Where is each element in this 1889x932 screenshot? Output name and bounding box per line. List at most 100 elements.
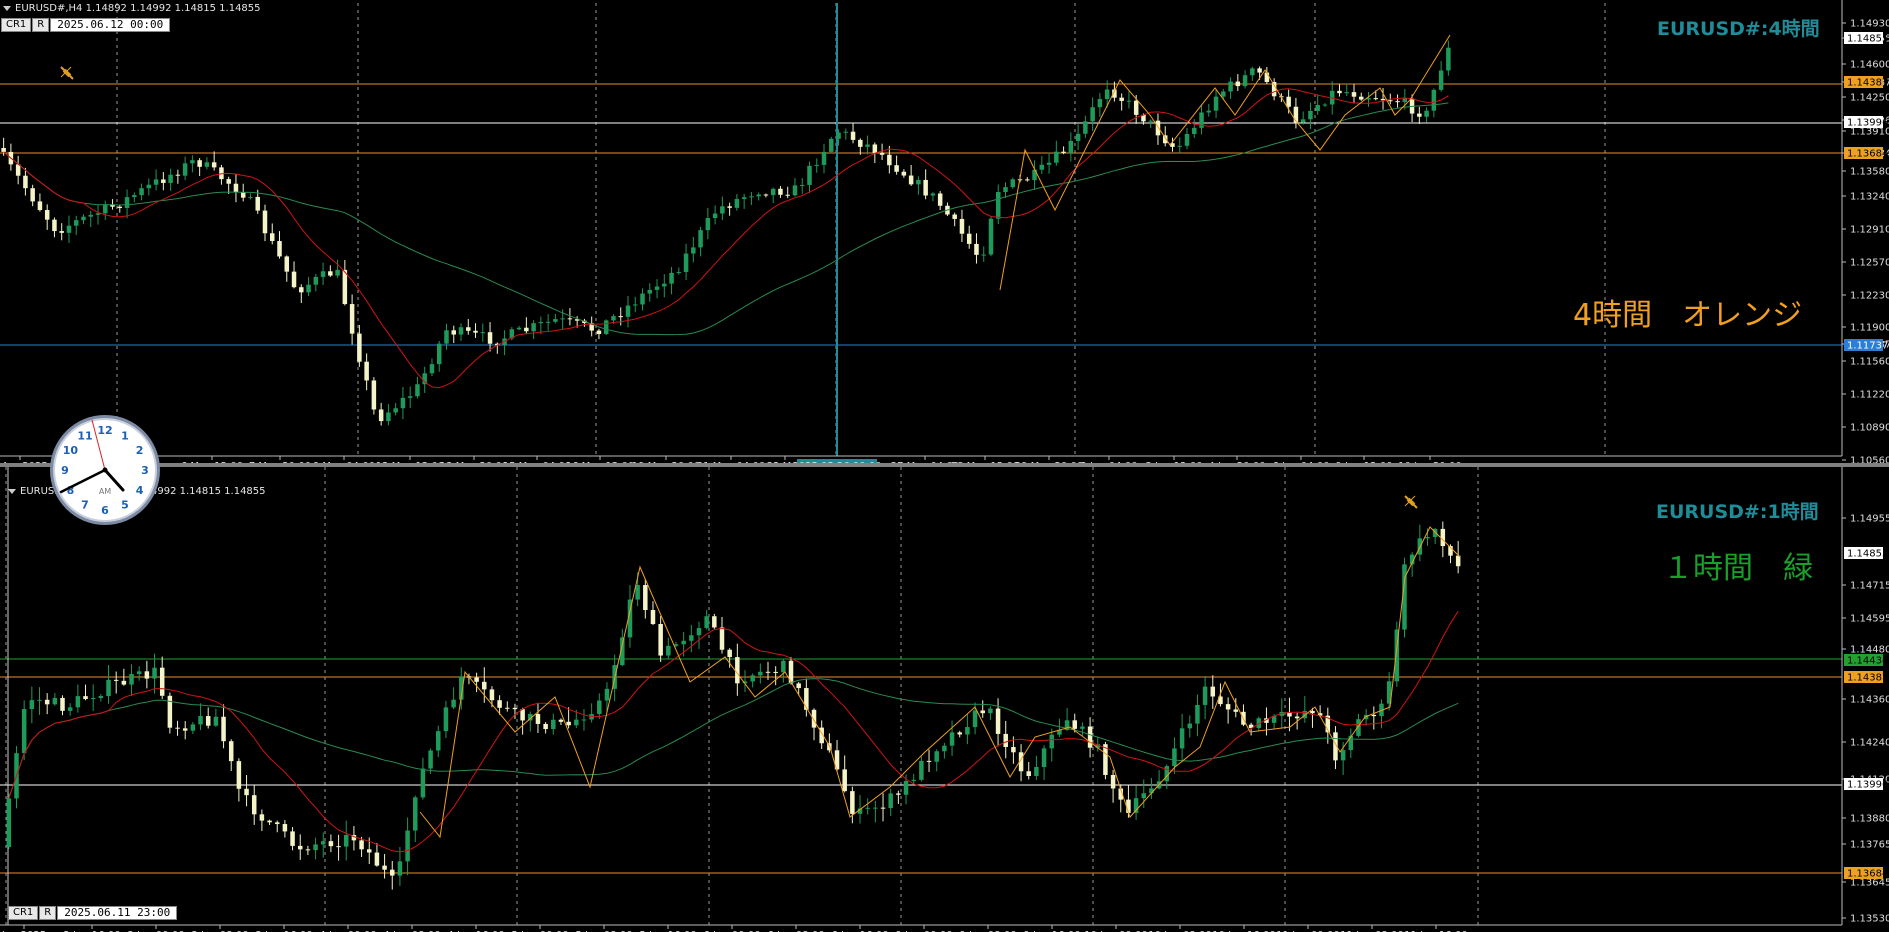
price-highlight-label: 1.14434 [1847, 656, 1888, 667]
candle-body [923, 179, 928, 196]
candle-body [957, 732, 962, 735]
candle-body [1235, 81, 1241, 87]
candle-body [473, 330, 478, 333]
candle-body [236, 761, 242, 789]
candle-body [741, 197, 747, 199]
candle-body [908, 175, 914, 185]
candle-body [320, 841, 326, 845]
candle-body [1337, 90, 1342, 94]
tag-cr1[interactable]: CR1 [8, 905, 39, 920]
candle-body [205, 716, 211, 726]
candle-body [516, 327, 522, 330]
tag-cr1[interactable]: CR1 [1, 17, 32, 32]
candle-body [903, 781, 909, 795]
candle-body [916, 179, 921, 185]
chart-background [0, 467, 1889, 932]
candle-body [887, 154, 892, 166]
candle-body [1110, 774, 1116, 789]
price-label: 1.14240 [1850, 738, 1889, 749]
chart-pane-h4[interactable]: 1.14930 1.14855 1.14600 1.14387 1.14250 1.139… [0, 0, 1889, 463]
candle-body [386, 412, 391, 422]
candle-body [696, 628, 702, 636]
candle-body [1446, 47, 1451, 71]
candle-body [117, 206, 123, 208]
candle-body [413, 797, 418, 831]
candle-body [113, 679, 119, 681]
price-label: 1.13580 [1850, 167, 1889, 178]
candle-body [785, 194, 790, 196]
candle-body [1242, 75, 1248, 87]
candle-body [405, 830, 410, 862]
candle-body [799, 184, 805, 186]
candle-body [21, 709, 27, 754]
candle-body [466, 327, 471, 331]
h1-chart-canvas[interactable]: 1.14955 1.14715 1.14595 1.14480 1.14360 1.142… [0, 467, 1889, 932]
candle-body [167, 695, 173, 728]
candle-body [37, 699, 42, 701]
price-label: 1.14955 [1850, 514, 1889, 525]
candle-body [865, 807, 870, 809]
candle-body [1141, 793, 1147, 799]
candle-body [1184, 133, 1190, 146]
candle-body [451, 699, 456, 708]
candle-body [1431, 89, 1437, 111]
candle-body [1424, 110, 1429, 117]
h4-chart-canvas[interactable]: 1.14930 1.14855 1.14600 1.14387 1.14250 1.139… [0, 0, 1889, 463]
candle-body [1221, 91, 1226, 97]
price-highlight-label: 1.13996 [1847, 118, 1888, 129]
chevron-down-icon[interactable] [8, 488, 16, 494]
candle-body [873, 807, 878, 809]
candle-body [144, 671, 150, 679]
candle-body [1402, 98, 1408, 103]
chart-background [0, 0, 1889, 463]
candle-body [1026, 771, 1031, 776]
candle-body [553, 319, 558, 322]
candle-body [611, 316, 616, 321]
candle-body [911, 779, 916, 782]
tag-r[interactable]: R [39, 905, 57, 920]
clock-center [102, 467, 108, 473]
candle-body [669, 272, 674, 284]
candle-body [1003, 733, 1008, 748]
candle-body [458, 327, 464, 335]
price-highlight-label: 1.14387 [1847, 78, 1888, 89]
candle-body [545, 321, 551, 323]
candle-body [146, 184, 152, 189]
candle-body [949, 732, 955, 746]
candle-body [1373, 98, 1379, 100]
clock-widget[interactable]: 12 1234567891011 AM [48, 413, 162, 527]
pane-title: EURUSD#:1時間 [1656, 501, 1819, 523]
candle-body [129, 673, 134, 685]
candle-body [228, 741, 234, 762]
chart-pane-h1[interactable]: 1.14955 1.14715 1.14595 1.14480 1.14360 1.142… [0, 467, 1889, 932]
candle-body [734, 198, 740, 208]
candle-body [1034, 766, 1039, 776]
candle-body [894, 165, 899, 172]
candle-body [489, 689, 495, 701]
candle-body [328, 841, 334, 847]
candle-body [182, 728, 188, 731]
candle-body [428, 750, 433, 769]
clock-number: 1 [121, 429, 129, 442]
chevron-down-icon[interactable] [3, 5, 11, 11]
clock-number: 9 [61, 464, 69, 477]
candle-body [676, 272, 682, 274]
candle-body [497, 700, 502, 708]
candle-body [211, 162, 217, 168]
candle-body [52, 697, 58, 705]
candle-body [255, 196, 260, 211]
candle-body [896, 793, 901, 795]
candle-body [357, 333, 362, 362]
candle-body [930, 193, 936, 196]
candle-body [1, 148, 6, 152]
candle-body [1351, 92, 1357, 97]
candle-body [88, 214, 93, 217]
price-label: 1.12910 [1850, 225, 1889, 236]
candle-body [934, 751, 939, 762]
candle-body [603, 320, 609, 334]
tag-r[interactable]: R [32, 17, 50, 32]
candle-body [520, 709, 525, 721]
price-label: 1.13765 [1850, 840, 1889, 851]
candle-body [284, 256, 290, 272]
candle-body [1425, 536, 1430, 539]
